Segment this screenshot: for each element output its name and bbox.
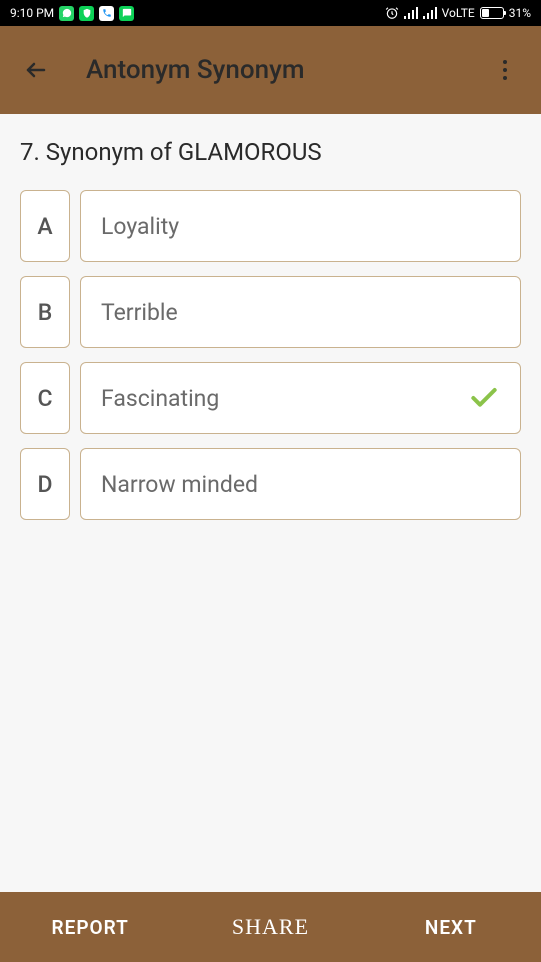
option-letter-d[interactable]: D — [20, 448, 70, 520]
option-row: A Loyality — [20, 190, 521, 262]
option-letter-c[interactable]: C — [20, 362, 70, 434]
report-button[interactable]: REPORT — [0, 892, 180, 962]
phone-icon — [99, 6, 114, 21]
arrow-left-icon — [24, 58, 48, 82]
status-right: VoLTE 31% — [385, 6, 531, 20]
status-bar: 9:10 PM VoLTE 31% — [0, 0, 541, 26]
option-letter-b[interactable]: B — [20, 276, 70, 348]
option-label: Loyality — [101, 213, 179, 240]
status-left: 9:10 PM — [10, 6, 134, 21]
share-button[interactable]: SHARE — [180, 892, 360, 962]
app-title: Antonym Synonym — [86, 55, 485, 85]
status-time: 9:10 PM — [10, 6, 54, 20]
signal-icon — [404, 7, 418, 19]
content-area: 7. Synonym of GLAMOROUS A Loyality B Terrib… — [0, 114, 541, 892]
app-bar: Antonym Synonym — [0, 26, 541, 114]
more-menu-button[interactable] — [485, 50, 525, 90]
whatsapp-icon — [59, 6, 74, 21]
question-text: 7. Synonym of GLAMOROUS — [20, 138, 521, 166]
option-row: B Terrible — [20, 276, 521, 348]
option-row: D Narrow minded — [20, 448, 521, 520]
battery-icon — [480, 7, 504, 19]
option-text-c[interactable]: Fascinating — [80, 362, 521, 434]
option-label: Fascinating — [101, 385, 219, 412]
option-text-a[interactable]: Loyality — [80, 190, 521, 262]
signal-icon-2 — [423, 7, 437, 19]
option-label: Terrible — [101, 299, 178, 326]
bottom-bar: REPORT SHARE NEXT — [0, 892, 541, 962]
next-button[interactable]: NEXT — [361, 892, 541, 962]
option-row: C Fascinating — [20, 362, 521, 434]
volte-label: VoLTE — [442, 6, 475, 20]
option-text-b[interactable]: Terrible — [80, 276, 521, 348]
option-text-d[interactable]: Narrow minded — [80, 448, 521, 520]
shield-icon — [79, 6, 94, 21]
alarm-icon — [385, 6, 399, 20]
check-icon — [468, 382, 500, 414]
battery-percent: 31% — [509, 6, 531, 20]
back-button[interactable] — [16, 50, 56, 90]
dots-vertical-icon — [503, 68, 507, 72]
option-letter-a[interactable]: A — [20, 190, 70, 262]
chat-icon — [119, 6, 134, 21]
option-label: Narrow minded — [101, 471, 258, 498]
